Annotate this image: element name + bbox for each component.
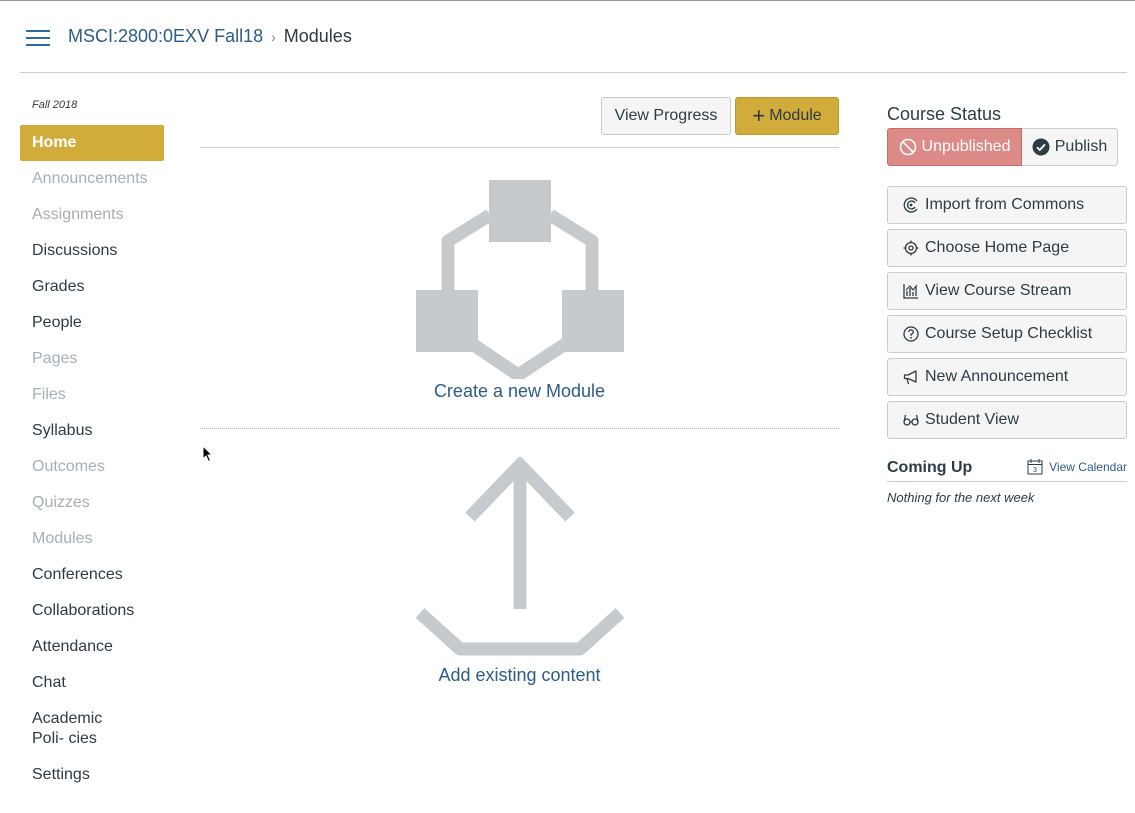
target-icon	[902, 239, 920, 257]
course-setup-checklist-button[interactable]: Course Setup Checklist	[887, 315, 1127, 353]
coming-up-empty-text: Nothing for the next week	[887, 490, 1035, 505]
sidebar-item-conferences[interactable]: Conferences	[20, 557, 164, 593]
stream-chart-icon	[902, 282, 920, 300]
view-course-stream-label: View Course Stream	[925, 282, 1072, 299]
sidebar-item-syllabus[interactable]: Syllabus	[20, 413, 164, 449]
glasses-icon	[902, 411, 920, 429]
import-from-commons-button[interactable]: Import from Commons	[887, 186, 1127, 224]
upload-arrow-icon	[415, 457, 625, 656]
sidebar-item-announcements[interactable]: Announcements	[20, 161, 164, 197]
page-header: MSCI:2800:0EXV Fall18 › Modules	[20, 0, 1127, 73]
publish-toggle-group: Unpublished Publish	[887, 128, 1127, 166]
sidebar-item-chat[interactable]: Chat	[20, 665, 164, 701]
hamburger-menu-icon[interactable]	[26, 26, 50, 48]
course-status-sidebar: Course Status Unpublished Publish Import…	[887, 100, 1127, 505]
unpublished-button[interactable]: Unpublished	[887, 128, 1022, 166]
calendar-icon: 3	[1027, 459, 1043, 475]
sidebar-item-quizzes[interactable]: Quizzes	[20, 485, 164, 521]
choose-home-page-label: Choose Home Page	[925, 239, 1070, 256]
course-status-title: Course Status	[887, 104, 1002, 124]
coming-up-header: Coming Up 3 View Calendar	[887, 454, 1127, 482]
add-module-label: Module	[769, 107, 822, 124]
publish-button[interactable]: Publish	[1022, 128, 1118, 166]
create-module-area[interactable]: Create a new Module	[200, 173, 839, 429]
view-course-stream-button[interactable]: View Course Stream	[887, 272, 1127, 310]
unpublished-label: Unpublished	[921, 138, 1011, 155]
course-setup-checklist-label: Course Setup Checklist	[925, 325, 1093, 342]
add-module-button[interactable]: + Module	[735, 97, 839, 135]
sidebar-item-home[interactable]: Home	[20, 125, 164, 161]
new-announcement-button[interactable]: New Announcement	[887, 358, 1127, 396]
prohibited-icon	[899, 138, 917, 156]
student-view-button[interactable]: Student View	[887, 401, 1127, 439]
student-view-label: Student View	[925, 411, 1019, 428]
sidebar-item-outcomes[interactable]: Outcomes	[20, 449, 164, 485]
create-module-link[interactable]: Create a new Module	[200, 381, 839, 402]
commons-icon	[902, 196, 920, 214]
sidebar-item-pages[interactable]: Pages	[20, 341, 164, 377]
import-from-commons-label: Import from Commons	[925, 196, 1085, 213]
breadcrumb: MSCI:2800:0EXV Fall18 › Modules	[68, 26, 352, 47]
new-announcement-label: New Announcement	[925, 368, 1069, 385]
term-label: Fall 2018	[32, 99, 78, 111]
sidebar-item-settings[interactable]: Settings	[20, 757, 164, 793]
add-existing-area[interactable]: Add existing content	[200, 429, 839, 699]
sidebar-item-academic-policies[interactable]: Academic Poli- cies	[20, 701, 130, 757]
sidebar-item-grades[interactable]: Grades	[20, 269, 164, 305]
sidebar-item-attendance[interactable]: Attendance	[20, 629, 164, 665]
modules-illustration-icon	[416, 180, 624, 379]
choose-home-page-button[interactable]: Choose Home Page	[887, 229, 1127, 267]
breadcrumb-course-link[interactable]: MSCI:2800:0EXV Fall18	[68, 26, 263, 47]
view-calendar-label: View Calendar	[1049, 459, 1127, 474]
breadcrumb-separator-icon: ›	[271, 28, 276, 45]
modules-main: View Progress + Module Create a new Modu…	[200, 73, 839, 813]
sidebar-item-collaborations[interactable]: Collaborations	[20, 593, 164, 629]
coming-up-title: Coming Up	[887, 459, 973, 476]
question-icon	[902, 325, 920, 343]
view-progress-button[interactable]: View Progress	[601, 97, 731, 135]
sidebar-item-people[interactable]: People	[20, 305, 164, 341]
breadcrumb-current-page: Modules	[283, 26, 352, 46]
check-circle-icon	[1032, 138, 1050, 156]
sidebar-item-assignments[interactable]: Assignments	[20, 197, 164, 233]
sidebar-item-discussions[interactable]: Discussions	[20, 233, 164, 269]
sidebar-item-modules[interactable]: Modules	[20, 521, 164, 557]
svg-text:3: 3	[1033, 467, 1037, 474]
mouse-cursor-icon	[202, 445, 214, 463]
plus-icon: +	[752, 103, 766, 128]
add-existing-content-link[interactable]: Add existing content	[200, 665, 839, 686]
modules-toolbar: View Progress + Module	[200, 97, 839, 148]
megaphone-icon	[902, 368, 920, 386]
publish-label: Publish	[1054, 138, 1108, 155]
course-nav-sidebar: Fall 2018 Home Announcements Assignments…	[20, 95, 164, 793]
sidebar-item-files[interactable]: Files	[20, 377, 164, 413]
view-calendar-link[interactable]: 3 View Calendar	[1027, 458, 1127, 475]
